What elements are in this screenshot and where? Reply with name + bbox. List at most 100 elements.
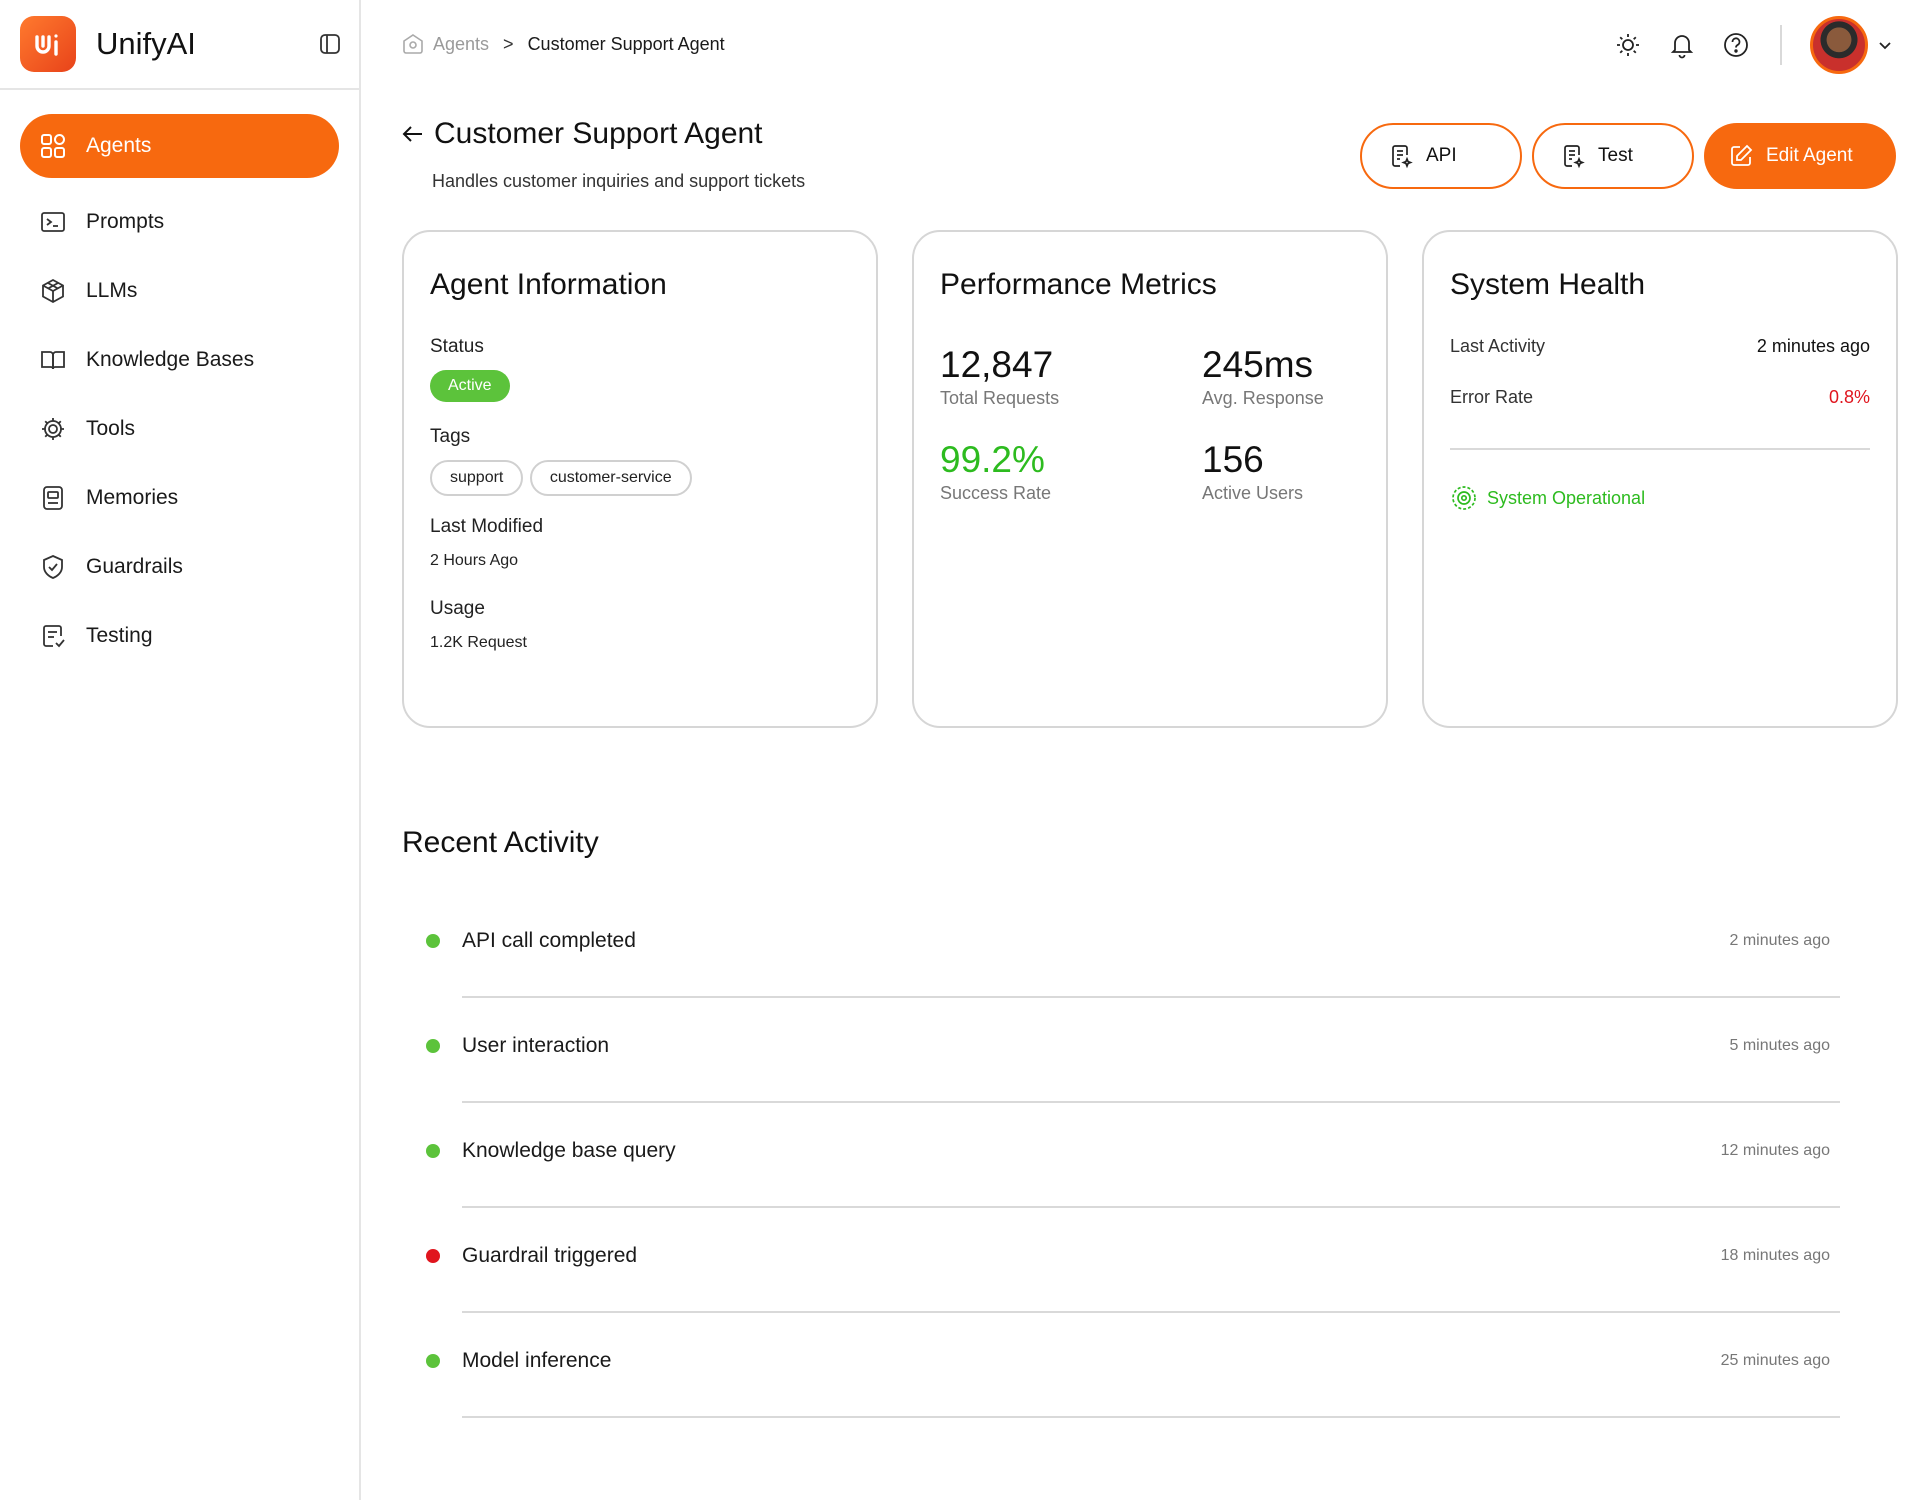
error-rate-value: 0.8%	[1828, 387, 1870, 407]
bell-icon[interactable]	[1668, 31, 1696, 59]
error-rate-label: Error Rate	[1450, 387, 1534, 407]
recent-activity-list: API call completed 2 minutes ago User in…	[402, 893, 1842, 1418]
divider	[1450, 448, 1870, 450]
test-button[interactable]: Test	[1532, 123, 1694, 189]
grid-icon	[38, 131, 68, 161]
chevron-down-icon[interactable]	[1876, 36, 1894, 54]
list-item[interactable]: Guardrail triggered 18 minutes ago	[402, 1208, 1842, 1313]
status-badge: Active	[430, 370, 510, 402]
sidebar-item-guardrails[interactable]: Guardrails	[20, 535, 339, 599]
metric-value: 245ms	[1202, 344, 1314, 385]
activity-label: Guardrail triggered	[462, 1244, 638, 1267]
memory-card-icon	[38, 483, 68, 513]
usage-value: 1.2K Request	[430, 634, 527, 651]
metric-active-users: 156 Active Users	[1202, 439, 1402, 504]
sidebar-item-agents[interactable]: Agents	[20, 114, 339, 178]
activity-label: API call completed	[462, 929, 636, 952]
gear-check-icon	[1452, 486, 1476, 510]
list-item[interactable]: API call completed 2 minutes ago	[402, 893, 1842, 998]
help-icon[interactable]	[1722, 31, 1750, 59]
activity-time: 2 minutes ago	[1729, 932, 1830, 949]
tag-chip[interactable]: support	[430, 460, 524, 496]
activity-time: 12 minutes ago	[1720, 1142, 1830, 1159]
tag-list: support customer-service	[430, 460, 850, 496]
list-item[interactable]: User interaction 5 minutes ago	[402, 998, 1842, 1103]
tag-chip[interactable]: customer-service	[529, 460, 692, 496]
last-modified-label: Last Modified	[430, 516, 544, 537]
page-subtitle: Handles customer inquiries and support t…	[432, 171, 806, 191]
edit-icon	[1731, 144, 1753, 166]
sidebar-item-label: Agents	[86, 134, 152, 157]
home-icon[interactable]	[401, 32, 425, 56]
metric-caption: Avg. Response	[1202, 388, 1324, 408]
edit-agent-button-label: Edit Agent	[1766, 145, 1853, 166]
divider	[462, 1416, 1840, 1418]
system-health-card: System Health Last Activity 2 minutes ag…	[1422, 230, 1898, 728]
last-activity-label: Last Activity	[1450, 336, 1546, 356]
sidebar-item-label: Testing	[86, 624, 153, 647]
metric-total-requests: 12,847 Total Requests	[940, 344, 1202, 409]
usage-label: Usage	[430, 598, 485, 619]
sidebar-item-label: LLMs	[86, 279, 138, 302]
shield-icon	[38, 552, 68, 582]
brand: UnifyAI	[0, 0, 359, 90]
activity-label: Model inference	[462, 1349, 612, 1372]
card-title: Performance Metrics	[940, 268, 1217, 301]
user-avatar[interactable]	[1810, 16, 1868, 74]
agent-information-card: Agent Information Status Active Tags sup…	[402, 230, 878, 728]
metric-value: 99.2%	[940, 439, 1045, 480]
sidebar-item-prompts[interactable]: Prompts	[20, 190, 339, 254]
breadcrumb-separator: >	[503, 33, 514, 54]
terminal-icon	[38, 207, 68, 237]
list-item[interactable]: Knowledge base query 12 minutes ago	[402, 1103, 1842, 1208]
metric-avg-response: 245ms Avg. Response	[1202, 344, 1402, 409]
status-dot	[426, 1249, 440, 1263]
last-modified-value: 2 Hours Ago	[430, 552, 519, 569]
topbar-divider	[1780, 25, 1782, 65]
card-title: System Health	[1450, 268, 1646, 301]
back-arrow-icon[interactable]	[400, 121, 426, 147]
checklist-icon	[38, 621, 68, 651]
activity-time: 25 minutes ago	[1720, 1352, 1830, 1369]
sidebar-item-label: Tools	[86, 417, 136, 440]
system-status: System Operational	[1450, 484, 1870, 512]
sidebar-item-llms[interactable]: LLMs	[20, 259, 339, 323]
edit-agent-button[interactable]: Edit Agent	[1704, 123, 1896, 189]
breadcrumb-current: Customer Support Agent	[527, 33, 725, 54]
performance-metrics-card: Performance Metrics 12,847 Total Request…	[912, 230, 1388, 728]
metric-caption: Success Rate	[940, 483, 1052, 503]
sidebar-item-label: Prompts	[86, 210, 165, 233]
page-header: Customer Support Agent Handles customer …	[400, 117, 805, 192]
metric-value: 12,847	[940, 344, 1054, 385]
topbar: Agents > Customer Support Agent	[363, 0, 1920, 90]
status-dot	[426, 1144, 440, 1158]
system-status-label: System Operational	[1487, 487, 1646, 508]
sidebar: UnifyAI Agents Prompts LLMs Knowledge Ba…	[0, 0, 361, 1500]
list-item[interactable]: Model inference 25 minutes ago	[402, 1313, 1842, 1418]
unifyai-logo[interactable]	[20, 16, 76, 72]
api-button[interactable]: API	[1360, 123, 1522, 189]
last-activity-row: Last Activity 2 minutes ago	[1450, 336, 1870, 357]
recent-activity-title: Recent Activity	[402, 826, 599, 859]
status-dot	[426, 934, 440, 948]
document-sparkle-icon	[1392, 145, 1413, 169]
sidebar-item-tools[interactable]: Tools	[20, 397, 339, 461]
status-dot	[426, 1039, 440, 1053]
status-label: Status	[430, 336, 484, 357]
sidebar-toggle-icon[interactable]	[319, 33, 341, 55]
metrics-grid: 12,847 Total Requests 245ms Avg. Respons…	[940, 344, 1360, 534]
sidebar-item-label: Guardrails	[86, 555, 183, 578]
activity-time: 5 minutes ago	[1729, 1037, 1830, 1054]
sidebar-item-knowledge-bases[interactable]: Knowledge Bases	[20, 328, 339, 392]
test-button-label: Test	[1598, 145, 1633, 166]
cube-icon	[38, 276, 68, 306]
breadcrumb-parent-link[interactable]: Agents	[433, 34, 489, 55]
error-rate-row: Error Rate 0.8%	[1450, 387, 1870, 408]
sidebar-item-testing[interactable]: Testing	[20, 604, 339, 668]
card-title: Agent Information	[430, 268, 667, 301]
sidebar-item-memories[interactable]: Memories	[20, 466, 339, 530]
header-actions: API Test Edit Agent	[1350, 123, 1896, 189]
tags-label: Tags	[430, 426, 471, 447]
sun-icon[interactable]	[1614, 31, 1642, 59]
metric-caption: Active Users	[1202, 483, 1304, 503]
